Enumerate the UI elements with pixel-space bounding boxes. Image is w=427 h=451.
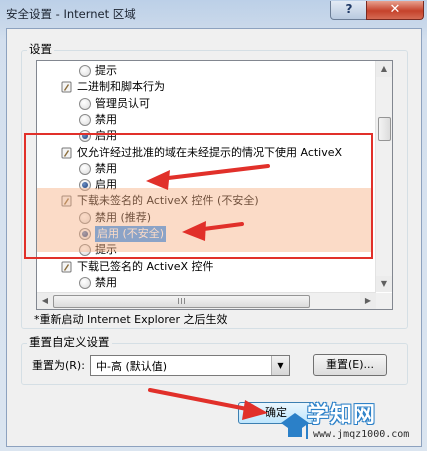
security-settings-window: 安全设置 - Internet 区域 ? ✕ 设置 提示 二进制和脚本行为 管理员认… xyxy=(0,0,427,451)
watermark-url: www.jmqz1000.com xyxy=(313,429,410,440)
arrow-icon xyxy=(148,388,268,420)
arrow-icon xyxy=(146,164,270,190)
watermark-name: 学知网 xyxy=(307,403,377,428)
arrow-icon xyxy=(182,221,244,241)
annotation-arrows xyxy=(146,164,270,420)
watermark: 学知网 www.jmqz1000.com xyxy=(277,395,427,451)
